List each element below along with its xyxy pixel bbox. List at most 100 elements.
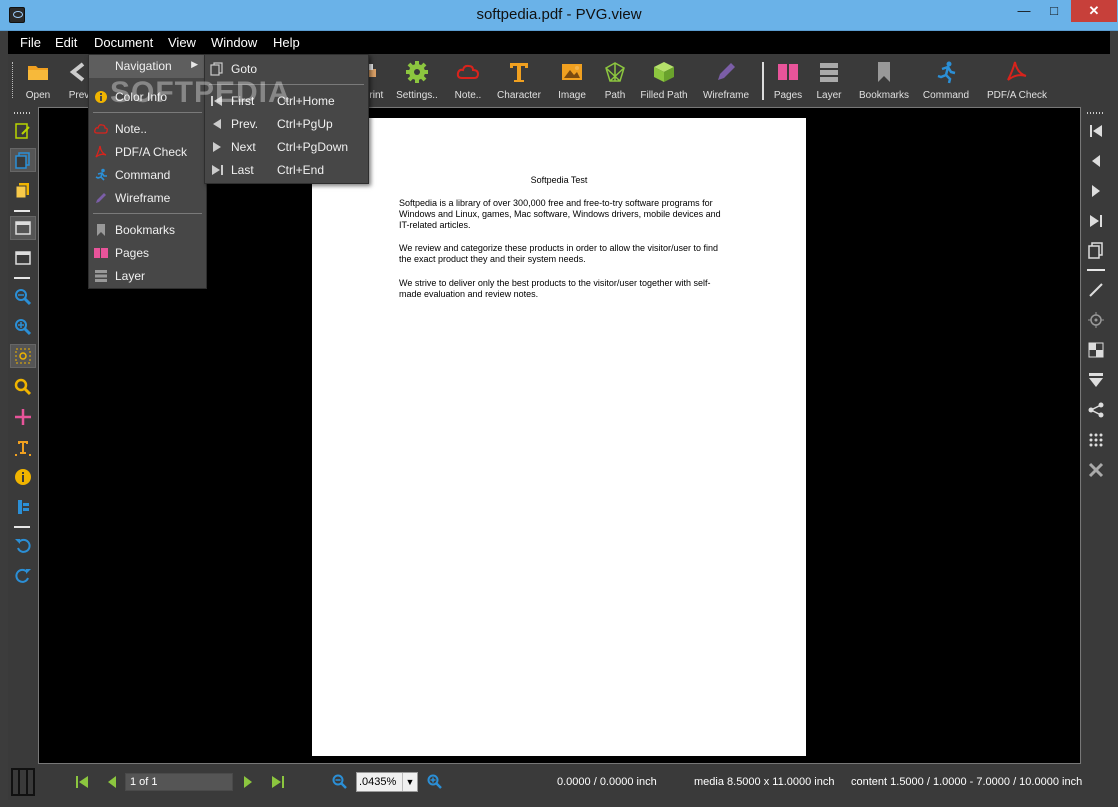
share-icon[interactable]	[1087, 401, 1105, 419]
zoom-select[interactable]: .0435% ▼	[356, 772, 418, 792]
maximize-button[interactable]: □	[1040, 0, 1068, 22]
pages-button[interactable]: Pages	[772, 58, 804, 104]
menu-item-prev[interactable]: Prev. Ctrl+PgUp	[205, 113, 368, 136]
menu-window[interactable]: Window	[211, 35, 257, 50]
menu-item-last[interactable]: Last Ctrl+End	[205, 159, 368, 182]
menu-view[interactable]: View	[168, 35, 196, 50]
menu-item-note[interactable]: Note..	[89, 118, 206, 141]
target-icon[interactable]	[1087, 311, 1105, 329]
grid-dots-icon[interactable]	[1087, 431, 1105, 449]
checker-icon[interactable]	[1087, 341, 1105, 359]
edit-page-icon[interactable]	[14, 122, 32, 140]
menu-edit[interactable]: Edit	[55, 35, 77, 50]
filled-path-button[interactable]: Filled Path	[640, 58, 688, 104]
page-stack-icon[interactable]	[14, 181, 32, 199]
separator	[14, 277, 30, 279]
last-page-icon[interactable]	[1087, 212, 1105, 230]
menu-item-label: Last	[231, 163, 254, 177]
note-label: Note..	[454, 90, 482, 101]
page-number-field[interactable]: 1 of 1	[125, 773, 233, 791]
window-view-icon[interactable]	[14, 219, 32, 237]
menu-item-layer[interactable]: Layer	[89, 265, 206, 288]
minimize-button[interactable]: —	[1010, 0, 1038, 22]
zoom-out-icon[interactable]	[332, 774, 348, 790]
running-man-icon	[937, 61, 956, 84]
menu-separator	[93, 213, 202, 214]
first-page-icon[interactable]	[1087, 122, 1105, 140]
magnifier-icon[interactable]	[14, 378, 32, 396]
toolbar-separator	[762, 62, 764, 100]
crosshair-icon[interactable]	[14, 408, 32, 426]
menu-item-navigation[interactable]: Navigation ▶	[89, 55, 206, 78]
text-select-icon[interactable]	[14, 438, 32, 456]
bookmarks-button[interactable]: Bookmarks	[858, 58, 910, 104]
text-t-icon	[510, 63, 528, 82]
prev-page-icon[interactable]	[104, 774, 120, 790]
title-bar: softpedia.pdf - PVG.view — □ ✕	[0, 0, 1118, 31]
menu-bar: File Edit Document View Window Help	[8, 31, 1110, 54]
zoom-in-icon[interactable]	[14, 318, 32, 336]
next-page-icon[interactable]	[240, 774, 256, 790]
menu-item-next[interactable]: Next Ctrl+PgDown	[205, 136, 368, 159]
window-view-alt-icon[interactable]	[14, 249, 32, 267]
menu-file[interactable]: File	[20, 35, 41, 50]
menu-item-wireframe[interactable]: Wireframe	[89, 187, 206, 210]
last-page-icon	[212, 165, 223, 175]
goto-page-icon[interactable]	[1087, 241, 1105, 259]
menu-item-pages[interactable]: Pages	[89, 242, 206, 265]
pdfa-check-button[interactable]: PDF/A Check	[986, 58, 1048, 104]
character-label: Character	[497, 90, 541, 101]
status-bar: 1 of 1 .0435% ▼ 0.0000 / 0.0000 inch med…	[8, 764, 1110, 800]
zoom-in-icon[interactable]	[427, 774, 443, 790]
note-button[interactable]: Note..	[450, 58, 486, 104]
next-page-icon[interactable]	[1087, 182, 1105, 200]
menu-item-bookmarks[interactable]: Bookmarks	[89, 219, 206, 242]
settings-button[interactable]: Settings..	[394, 58, 440, 104]
layer-button[interactable]: Layer	[814, 58, 844, 104]
menu-separator	[93, 112, 202, 113]
pencil-icon	[96, 193, 106, 203]
info-icon	[95, 91, 107, 103]
navigation-submenu: Goto First Ctrl+Home Prev. Ctrl+PgUp Nex…	[204, 54, 369, 184]
zoom-rect-icon[interactable]	[14, 347, 32, 365]
structure-icon[interactable]	[14, 498, 32, 516]
last-page-icon[interactable]	[270, 774, 286, 790]
document-title: Softpedia Test	[530, 175, 588, 185]
wand-icon[interactable]	[1087, 281, 1105, 299]
redo-icon[interactable]	[14, 566, 32, 584]
panel-toggle-icon[interactable]	[11, 768, 35, 796]
image-label: Image	[558, 90, 586, 101]
undo-icon[interactable]	[14, 536, 32, 554]
close-button[interactable]: ✕	[1071, 0, 1117, 22]
close-x-icon[interactable]	[1087, 461, 1105, 479]
image-button[interactable]: Image	[552, 58, 592, 104]
chevron-down-icon[interactable]: ▼	[402, 773, 417, 791]
prev-page-icon[interactable]	[1087, 152, 1105, 170]
menu-document[interactable]: Document	[94, 35, 153, 50]
separator	[14, 526, 30, 528]
pdf-page[interactable]: Softpedia Test Softpedia is a library of…	[312, 118, 806, 756]
menu-item-command[interactable]: Command	[89, 164, 206, 187]
content-box: content 1.5000 / 1.0000 - 7.0000 / 10.00…	[851, 776, 1083, 788]
zoom-out-icon[interactable]	[14, 288, 32, 306]
left-tool-panel	[8, 106, 38, 764]
pages-label: Pages	[773, 90, 803, 101]
open-button[interactable]: Open	[22, 58, 54, 104]
document-paragraph: We review and categorize these products …	[399, 243, 718, 264]
command-button[interactable]: Command	[922, 58, 970, 104]
character-button[interactable]: Character	[496, 58, 542, 104]
filter-icon[interactable]	[1087, 371, 1105, 389]
wireframe-button[interactable]: Wireframe	[702, 58, 750, 104]
menu-help[interactable]: Help	[273, 35, 300, 50]
menu-item-pdfa-check[interactable]: PDF/A Check	[89, 141, 206, 164]
toolbar-grip[interactable]	[12, 62, 15, 98]
path-button[interactable]: Path	[600, 58, 630, 104]
zoom-value: .0435%	[359, 776, 397, 788]
open-label: Open	[25, 90, 51, 101]
menu-item-label: Layer	[115, 269, 146, 283]
menu-item-label: Note..	[115, 122, 148, 136]
first-page-icon[interactable]	[74, 774, 90, 790]
info-icon[interactable]	[14, 468, 32, 486]
copy-pages-icon[interactable]	[14, 151, 32, 169]
prev-page-icon	[213, 119, 221, 129]
